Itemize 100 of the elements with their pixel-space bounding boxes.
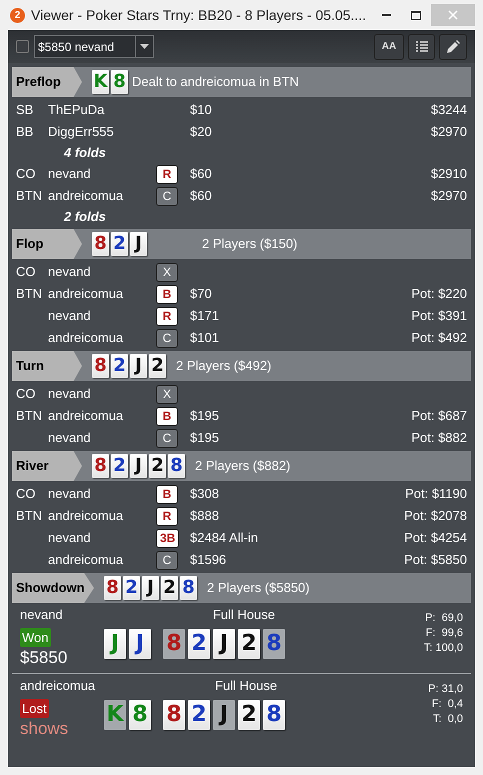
street-info: Dealt to andreicomua in BTN (132, 73, 299, 92)
stack-text: $2910 (430, 166, 467, 182)
hand-name: Full House (215, 677, 278, 695)
player-name: nevand (48, 166, 91, 182)
street-label: Turn (12, 351, 82, 381)
list-button[interactable] (408, 34, 435, 60)
amount-text: $101 (190, 330, 219, 346)
action-badge: X (156, 262, 178, 282)
player-name: nevand (20, 606, 64, 624)
app-badge-icon: 2 (10, 8, 25, 22)
playing-card: 2 (111, 232, 128, 256)
street-label: Showdown (12, 573, 94, 603)
amount-text: $60 (190, 166, 212, 182)
action-badge: 3B (156, 528, 180, 548)
playing-card: 2 (123, 576, 140, 600)
position-label: BTN (16, 286, 42, 302)
pot-text: Pot: $492 (411, 330, 467, 346)
font-size-button[interactable]: AA (374, 34, 404, 60)
checkbox[interactable] (16, 40, 29, 53)
player-name: nevand (48, 486, 91, 502)
amount-text: $10 (190, 102, 212, 118)
player-name: nevand (48, 530, 91, 546)
playing-card: 8 (104, 576, 121, 600)
result-badge: Lost (20, 698, 49, 718)
hand-dropdown[interactable]: $5850 nevand (34, 35, 154, 58)
player-name: andreicomua (48, 508, 124, 524)
equity-stat: F: 0,4 (432, 697, 463, 712)
close-icon (448, 10, 458, 20)
list-icon (416, 41, 428, 52)
action-badge: C (156, 186, 178, 206)
amount-text: $2484 All-in (190, 530, 258, 546)
player-name: nevand (48, 430, 91, 446)
player-name: andreicomua (48, 330, 124, 346)
position-label: CO (16, 166, 36, 182)
player-name: andreicomua (48, 286, 124, 302)
playing-card: 8 (180, 576, 197, 600)
folds-text: 2 folds (64, 208, 106, 226)
amount-text: $888 (190, 508, 219, 524)
position-label: CO (16, 264, 36, 280)
equity-stat: F: 99,6 (426, 626, 463, 641)
playing-card: 2 (238, 628, 260, 658)
dimmed-playing-card: K (104, 700, 126, 730)
player-name: andreicomua (20, 677, 96, 695)
playing-card: J (104, 628, 126, 658)
playing-card: 8 (163, 700, 185, 730)
pot-text: Pot: $391 (411, 308, 467, 324)
amount-text: $20 (190, 124, 212, 140)
won-amount: $5850 (20, 647, 68, 669)
edit-button[interactable] (439, 34, 467, 60)
amount-text: $195 (190, 408, 219, 424)
dimmed-playing-card: J (213, 700, 235, 730)
playing-card: J (130, 354, 147, 378)
pot-text: Pot: $4254 (404, 530, 467, 546)
result-badge: Won (20, 628, 50, 647)
action-badge: C (156, 428, 178, 448)
action-badge: C (156, 550, 178, 570)
player-name: ThEPuDa (48, 102, 104, 118)
caret-icon (140, 44, 149, 49)
position-label: SB (16, 102, 34, 118)
playing-card: 2 (188, 700, 210, 730)
action-badge: R (156, 164, 178, 184)
playing-card: 8 (92, 354, 109, 378)
dimmed-playing-card: 8 (263, 628, 285, 658)
pot-text: Pot: $5850 (404, 552, 467, 568)
playing-card: 2 (111, 354, 128, 378)
street-label: Preflop (12, 67, 82, 97)
amount-text: $60 (190, 188, 212, 204)
playing-card: 8 (92, 232, 109, 256)
action-badge: X (156, 384, 178, 404)
street-label: River (12, 451, 82, 481)
equity-stat: T: 100,0 (424, 641, 463, 656)
playing-card: 2 (149, 354, 166, 378)
action-badge: R (156, 506, 178, 526)
action-badge: B (156, 406, 178, 426)
stack-text: $2970 (430, 124, 467, 140)
hand-name: Full House (212, 606, 275, 624)
player-name: andreicomua (48, 408, 124, 424)
equity-stat: P: 31,0 (428, 682, 463, 697)
action-badge: C (156, 328, 178, 348)
playing-card: 8 (129, 700, 151, 730)
position-label: CO (16, 486, 36, 502)
pot-text: Pot: $220 (411, 286, 467, 302)
position-label: BB (16, 124, 34, 140)
playing-card: 2 (188, 628, 210, 658)
player-name: nevand (48, 264, 91, 280)
dimmed-playing-card: 8 (163, 628, 185, 658)
stack-text: $2970 (430, 188, 467, 204)
equity-stat: P: 69,0 (425, 611, 463, 626)
shows-text: shows (20, 718, 70, 740)
playing-card: 2 (111, 454, 128, 478)
playing-card: 2 (149, 454, 166, 478)
playing-card: J (129, 628, 151, 658)
stack-text: $3244 (430, 102, 467, 118)
player-name: nevand (48, 386, 91, 402)
pot-text: Pot: $687 (411, 408, 467, 424)
street-info: 2 Players ($5850) (207, 579, 310, 598)
pot-text: Pot: $2078 (404, 508, 467, 524)
street-label: Flop (12, 229, 82, 259)
amount-text: $308 (190, 486, 219, 502)
window-title: Viewer - Poker Stars Trny: BB20 - 8 Players - 05.05.... (31, 6, 366, 25)
